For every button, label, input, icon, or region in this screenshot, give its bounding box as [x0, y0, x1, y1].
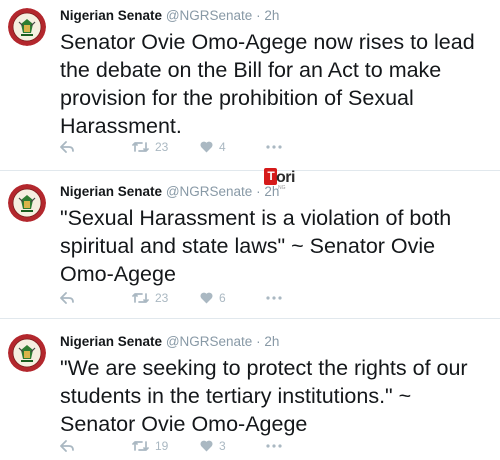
retweet-button[interactable]: 19 — [132, 439, 200, 453]
retweet-button[interactable]: 23 — [132, 291, 200, 305]
like-count: 4 — [219, 140, 226, 154]
reply-icon — [60, 440, 74, 452]
tweet-text: "Sexual Harassment is a violation of bot… — [60, 206, 452, 286]
heart-icon — [200, 440, 213, 452]
more-icon — [266, 145, 282, 149]
divider — [0, 318, 500, 319]
tweet-actions: 19 3 — [60, 438, 282, 454]
reply-button[interactable] — [60, 141, 132, 153]
avatar[interactable] — [8, 334, 46, 372]
heart-icon — [200, 141, 213, 153]
like-count: 3 — [219, 439, 226, 453]
heart-icon — [200, 292, 213, 304]
retweet-count: 23 — [155, 291, 169, 305]
separator-dot: · — [256, 184, 261, 199]
reply-icon — [60, 292, 74, 304]
author-name[interactable]: Nigerian Senate — [60, 8, 162, 23]
tweet-actions: 23 4 — [60, 139, 282, 155]
separator-dot: · — [256, 334, 261, 349]
like-button[interactable]: 6 — [200, 291, 266, 305]
tweet-header: Nigerian Senate @NGRSenate · 2h — [60, 184, 279, 200]
author-handle[interactable]: @NGRSenate — [166, 8, 253, 23]
reply-button[interactable] — [60, 440, 132, 452]
retweet-icon — [132, 142, 149, 152]
timestamp[interactable]: 2h — [264, 8, 279, 23]
retweet-button[interactable]: 23 — [132, 140, 200, 154]
timestamp[interactable]: 2h — [264, 334, 279, 349]
author-handle[interactable]: @NGRSenate — [166, 184, 253, 199]
retweet-count: 19 — [155, 439, 169, 453]
reply-button[interactable] — [60, 292, 132, 304]
tweet-actions: 23 6 — [60, 290, 282, 306]
avatar[interactable] — [8, 184, 46, 222]
tweet-header: Nigerian Senate @NGRSenate · 2h — [60, 334, 279, 350]
separator-dot: · — [256, 8, 261, 23]
author-name[interactable]: Nigerian Senate — [60, 184, 162, 199]
more-button[interactable] — [266, 296, 282, 300]
watermark-badge-text: T — [267, 169, 275, 183]
author-handle[interactable]: @NGRSenate — [166, 334, 253, 349]
divider — [0, 170, 500, 171]
more-icon — [266, 444, 282, 448]
retweet-count: 23 — [155, 140, 169, 154]
author-name[interactable]: Nigerian Senate — [60, 334, 162, 349]
more-button[interactable] — [266, 444, 282, 448]
senate-seal-icon — [8, 334, 46, 372]
like-button[interactable]: 3 — [200, 439, 266, 453]
senate-seal-icon — [8, 8, 46, 46]
watermark-logo: T ori NG — [264, 166, 304, 196]
retweet-icon — [132, 441, 149, 451]
like-button[interactable]: 4 — [200, 140, 266, 154]
retweet-icon — [132, 293, 149, 303]
tweet[interactable]: Nigerian Senate @NGRSenate · 2h Senator … — [0, 0, 500, 158]
avatar[interactable] — [8, 8, 46, 46]
more-icon — [266, 296, 282, 300]
like-count: 6 — [219, 291, 226, 305]
tweet[interactable]: Nigerian Senate @NGRSenate · 2h "Sexual … — [0, 176, 500, 316]
tweet-header: Nigerian Senate @NGRSenate · 2h — [60, 8, 279, 24]
tweet-text: Senator Ovie Omo-Agege now rises to lead… — [60, 30, 475, 138]
reply-icon — [60, 141, 74, 153]
tweet-text: "We are seeking to protect the rights of… — [60, 356, 468, 436]
senate-seal-icon — [8, 184, 46, 222]
more-button[interactable] — [266, 145, 282, 149]
tweet[interactable]: Nigerian Senate @NGRSenate · 2h "We are … — [0, 326, 500, 460]
watermark-sub: NG — [278, 185, 286, 191]
